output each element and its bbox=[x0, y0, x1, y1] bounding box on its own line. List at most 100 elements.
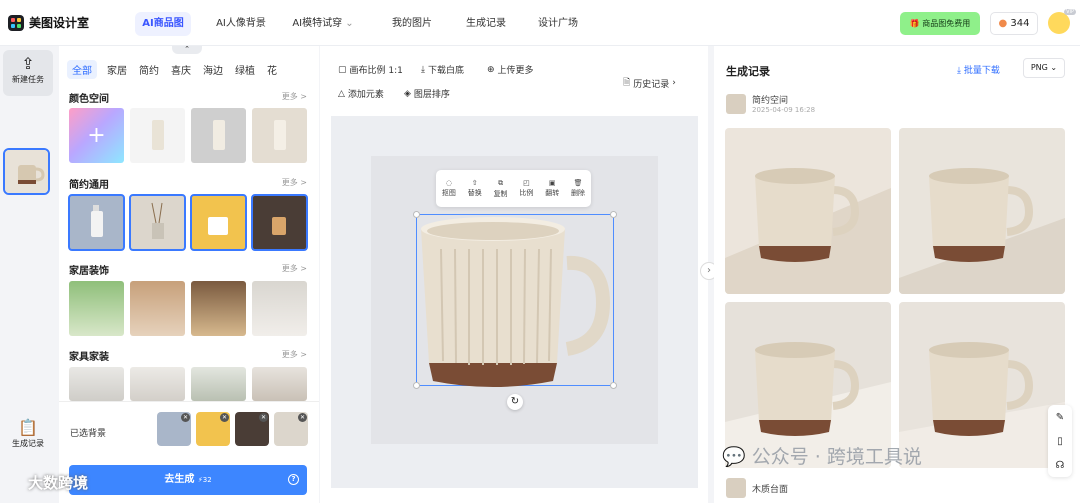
selected-chip-diffuser[interactable]: ✕ bbox=[274, 412, 308, 446]
tab-ai-product[interactable]: AI商品图 bbox=[135, 12, 191, 36]
resize-handle[interactable] bbox=[610, 211, 617, 218]
rotate-icon[interactable]: ↻ bbox=[507, 394, 523, 410]
tile-yellow-cup[interactable] bbox=[190, 194, 247, 251]
category-tabs: 全部 家居 简约 喜庆 海边 绿植 花 bbox=[67, 60, 279, 79]
category-all[interactable]: 全部 bbox=[67, 60, 97, 79]
selected-chip-candle[interactable]: ✕ bbox=[235, 412, 269, 446]
tile-room-4[interactable] bbox=[252, 367, 307, 401]
tile-diffuser[interactable] bbox=[129, 194, 186, 251]
generate-button[interactable]: 去生成 ⚡32 ? bbox=[69, 465, 307, 495]
tile-custom-color[interactable]: + bbox=[69, 108, 124, 163]
feedback-icon[interactable]: ✎ bbox=[1056, 412, 1064, 423]
tile-wood-vase[interactable] bbox=[130, 281, 185, 336]
tile-window-plants[interactable] bbox=[69, 281, 124, 336]
app-logo[interactable]: 美图设计室 bbox=[8, 14, 89, 31]
section-title-home-decor: 家居装饰 bbox=[69, 266, 109, 277]
resize-handle[interactable] bbox=[413, 382, 420, 389]
selected-chip-cup[interactable]: ✕ bbox=[196, 412, 230, 446]
clipboard-icon: 📋 bbox=[18, 418, 38, 437]
matting-icon: ◌ bbox=[445, 179, 452, 187]
tab-my-images[interactable]: 我的图片 bbox=[383, 12, 441, 36]
ratio-tool[interactable]: ◰ 比例 bbox=[519, 179, 533, 198]
resize-handle[interactable] bbox=[610, 382, 617, 389]
copy-tool[interactable]: ⧉ 复制 bbox=[494, 179, 508, 199]
category-seaside[interactable]: 海边 bbox=[201, 60, 225, 79]
tile-sofa[interactable] bbox=[252, 281, 307, 336]
headset-icon[interactable]: ☊ bbox=[1056, 460, 1065, 471]
canvas-board[interactable]: ◌ 抠图 ⇧ 替换 ⧉ 复制 ◰ 比例 ▣ 翻转 🗑 删除 ↻ bbox=[371, 156, 658, 444]
product-selection[interactable] bbox=[413, 211, 617, 389]
gift-icon: 🎁 bbox=[909, 19, 920, 28]
plus-circle-icon: ⊕ bbox=[487, 64, 495, 75]
collapse-up-icon[interactable]: ⌃ bbox=[172, 46, 202, 54]
canvas-panel: ▢ 画布比例 1:1 ⤓ 下载白底 ⊕ 上传更多 △ 添加元素 ◈ 图层排序 🗎 历史记录 ›… bbox=[320, 46, 708, 503]
more-link-home-decor[interactable]: 更多 > bbox=[282, 263, 307, 274]
new-task-button[interactable]: ⇪ 新建任务 bbox=[3, 50, 53, 96]
more-link-furniture[interactable]: 更多 > bbox=[282, 349, 307, 360]
category-simple[interactable]: 简约 bbox=[137, 60, 161, 79]
history-icon: 🗎 bbox=[623, 78, 631, 88]
promo-button[interactable]: 🎁 商品图免费用 bbox=[900, 12, 980, 35]
remove-icon[interactable]: ✕ bbox=[220, 413, 229, 422]
help-icon[interactable]: ? bbox=[288, 474, 299, 485]
format-select[interactable]: PNG ⌄ bbox=[1023, 58, 1065, 78]
tile-grey[interactable] bbox=[191, 108, 246, 163]
floating-dock: ✎ ▯ ☊ bbox=[1048, 405, 1072, 477]
section-title-furniture: 家具家装 bbox=[69, 352, 109, 363]
chevron-down-icon: ⌄ bbox=[1050, 63, 1058, 72]
record-thumbnail bbox=[726, 93, 746, 114]
result-image-1[interactable] bbox=[725, 128, 891, 294]
result-image-2[interactable] bbox=[899, 128, 1065, 294]
tile-room-2[interactable] bbox=[130, 367, 185, 401]
generate-cost: ⚡32 bbox=[197, 476, 212, 484]
result-image-4[interactable] bbox=[899, 302, 1065, 468]
layers-icon: ◈ bbox=[404, 88, 411, 99]
mug-product-image bbox=[421, 217, 611, 387]
tile-white[interactable] bbox=[130, 108, 185, 163]
avatar[interactable]: VIP bbox=[1048, 9, 1076, 34]
history-button[interactable]: 🗎 历史记录 › bbox=[623, 75, 676, 91]
selected-chip-spray[interactable]: ✕ bbox=[157, 412, 191, 446]
remove-icon[interactable]: ✕ bbox=[298, 413, 307, 422]
tab-design-square[interactable]: 设计广场 bbox=[530, 12, 586, 36]
tile-teapot[interactable] bbox=[191, 281, 246, 336]
history-rail-button[interactable]: 📋 生成记录 bbox=[3, 418, 53, 449]
matting-tool[interactable]: ◌ 抠图 bbox=[442, 179, 456, 198]
batch-download-button[interactable]: ⤓ 批量下载 bbox=[957, 63, 1000, 76]
remove-icon[interactable]: ✕ bbox=[181, 413, 190, 422]
tile-row-color-space: + bbox=[69, 108, 307, 163]
tile-room-3[interactable] bbox=[191, 367, 246, 401]
category-plants[interactable]: 绿植 bbox=[233, 60, 257, 79]
square-icon: ▢ bbox=[338, 64, 347, 75]
replace-tool[interactable]: ⇧ 替换 bbox=[468, 179, 482, 198]
more-link-simple[interactable]: 更多 > bbox=[282, 177, 307, 188]
category-home[interactable]: 家居 bbox=[105, 60, 129, 79]
category-festive[interactable]: 喜庆 bbox=[169, 60, 193, 79]
delete-tool[interactable]: 🗑 删除 bbox=[571, 179, 585, 198]
category-flowers[interactable]: 花 bbox=[265, 60, 279, 79]
credits-badge[interactable]: ● 344 bbox=[990, 12, 1038, 35]
tile-spray-bottle[interactable] bbox=[68, 194, 125, 251]
layer-order-button[interactable]: ◈ 图层排序 bbox=[404, 87, 450, 101]
tab-ai-portrait[interactable]: AI人像背景 bbox=[205, 12, 277, 36]
tab-history[interactable]: 生成记录 bbox=[458, 12, 514, 36]
remove-icon[interactable]: ✕ bbox=[259, 413, 268, 422]
history-label: 历史记录 bbox=[633, 79, 670, 90]
download-white-label: 下载白底 bbox=[427, 66, 464, 76]
history-panel: 生成记录 ⤓ 批量下载 PNG ⌄ 简约空间 2025-04-09 16:28 … bbox=[714, 46, 1080, 503]
tab-ai-model[interactable]: AI模特试穿 ⌄ bbox=[290, 12, 356, 36]
tile-candle[interactable] bbox=[251, 194, 308, 251]
aspect-ratio-button[interactable]: ▢ 画布比例 1:1 bbox=[338, 63, 403, 77]
section-title-simple: 简约通用 bbox=[69, 180, 109, 191]
tile-room-1[interactable] bbox=[69, 367, 124, 401]
add-element-button[interactable]: △ 添加元素 bbox=[338, 87, 384, 101]
resize-handle[interactable] bbox=[413, 211, 420, 218]
flip-tool[interactable]: ▣ 翻转 bbox=[545, 179, 559, 198]
task-thumbnail[interactable] bbox=[3, 148, 50, 195]
tile-beige[interactable] bbox=[252, 108, 307, 163]
download-white-button[interactable]: ⤓ 下载白底 bbox=[421, 63, 464, 77]
upload-more-button[interactable]: ⊕ 上传更多 bbox=[487, 63, 534, 77]
cup-image bbox=[208, 217, 228, 235]
more-link-color-space[interactable]: 更多 > bbox=[282, 91, 307, 102]
book-icon[interactable]: ▯ bbox=[1057, 436, 1063, 447]
